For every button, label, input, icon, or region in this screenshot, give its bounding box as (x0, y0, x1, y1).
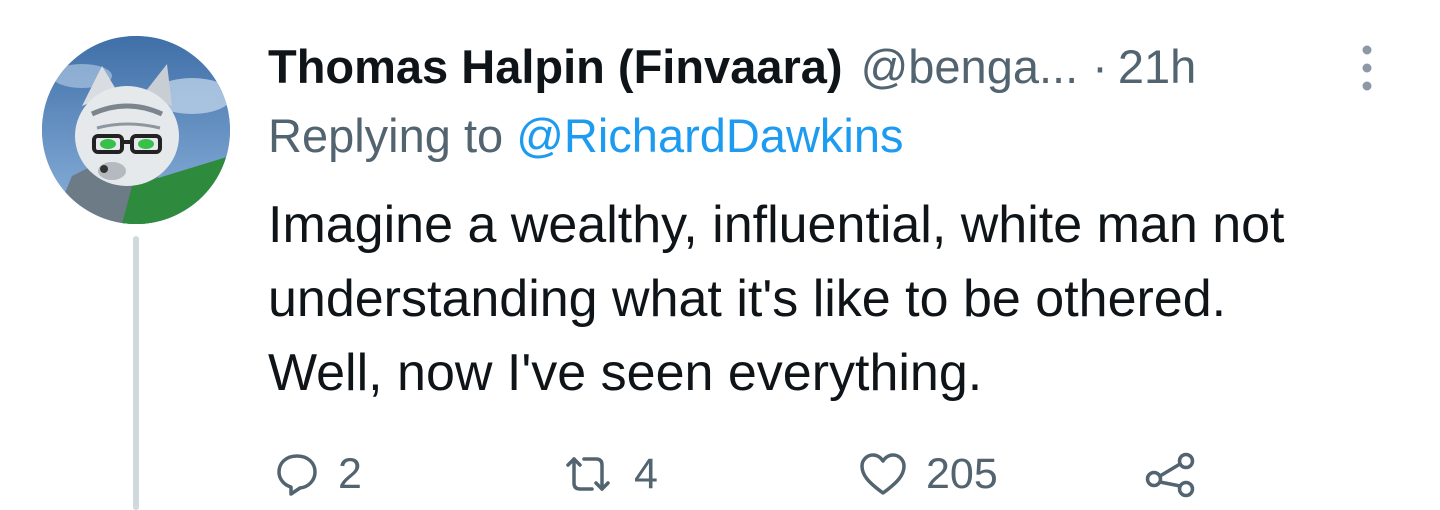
share-button[interactable] (1144, 446, 1200, 502)
tweet-text-line: Well, now I've seen everything. (268, 344, 983, 402)
heart-icon (858, 451, 908, 497)
separator-dot: · (1092, 39, 1108, 93)
like-button[interactable]: 205 (858, 446, 998, 502)
replying-to-label: Replying to (268, 109, 504, 162)
replying-to-line: Replying to @RichardDawkins (268, 108, 903, 163)
retweet-icon (560, 451, 616, 497)
reply-count: 2 (338, 449, 362, 498)
avatar[interactable] (42, 36, 230, 224)
like-count: 205 (926, 449, 998, 498)
author-handle[interactable]: @benga... (861, 39, 1079, 94)
tweet-text-line: understanding what it's like to be other… (268, 270, 1227, 328)
tweet-text-line: Imagine a wealthy, influential, white ma… (268, 196, 1285, 254)
share-icon (1144, 449, 1200, 499)
tweet-timestamp[interactable]: 21h (1118, 39, 1196, 94)
retweet-count: 4 (634, 449, 658, 498)
retweet-button[interactable]: 4 (560, 446, 658, 502)
tweet-header: Thomas Halpin (Finvaara) @benga... · 21h (268, 36, 1196, 96)
thread-line (133, 236, 139, 510)
avatar-image (42, 36, 230, 224)
tweet-text: Imagine a wealthy, influential, white ma… (268, 188, 1398, 410)
reply-button[interactable]: 2 (274, 446, 362, 502)
author-name[interactable]: Thomas Halpin (Finvaara) (268, 39, 843, 94)
replying-to-mention[interactable]: @RichardDawkins (516, 109, 903, 162)
more-vertical-icon[interactable] (1350, 40, 1384, 96)
reply-bubble-icon (274, 451, 320, 497)
